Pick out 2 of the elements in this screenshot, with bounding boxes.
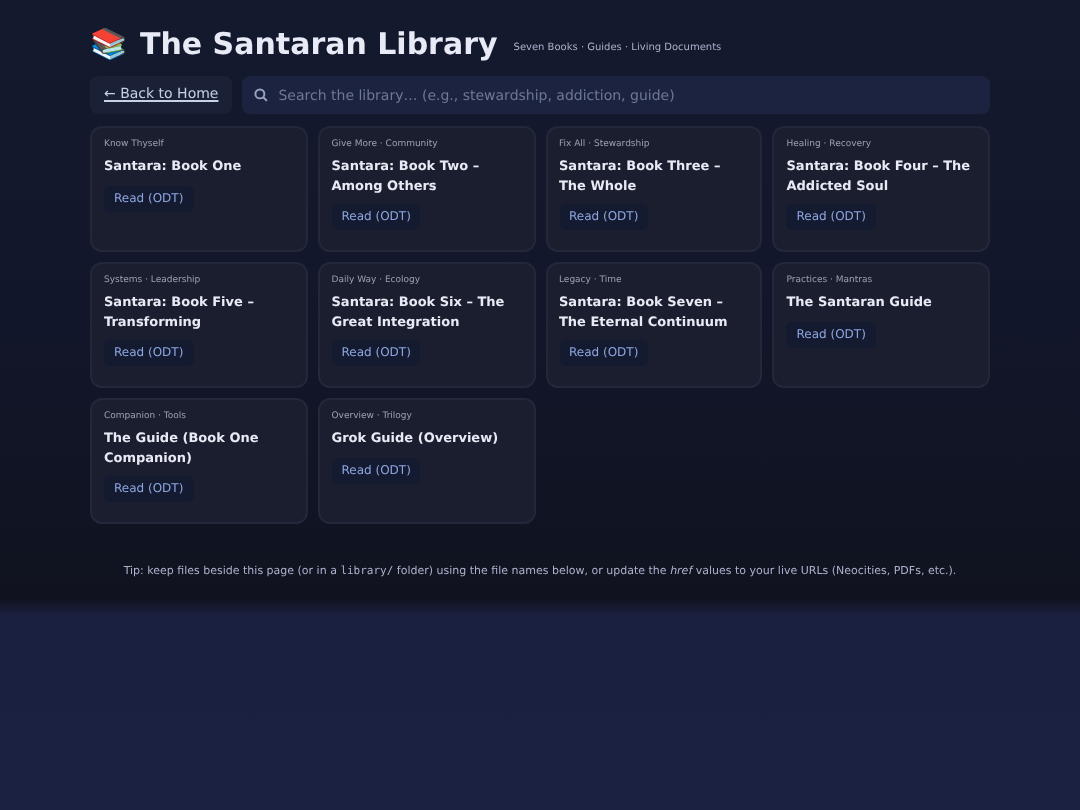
page-title: The Santaran Library: [140, 24, 498, 64]
books-icon: 📚: [90, 24, 128, 64]
